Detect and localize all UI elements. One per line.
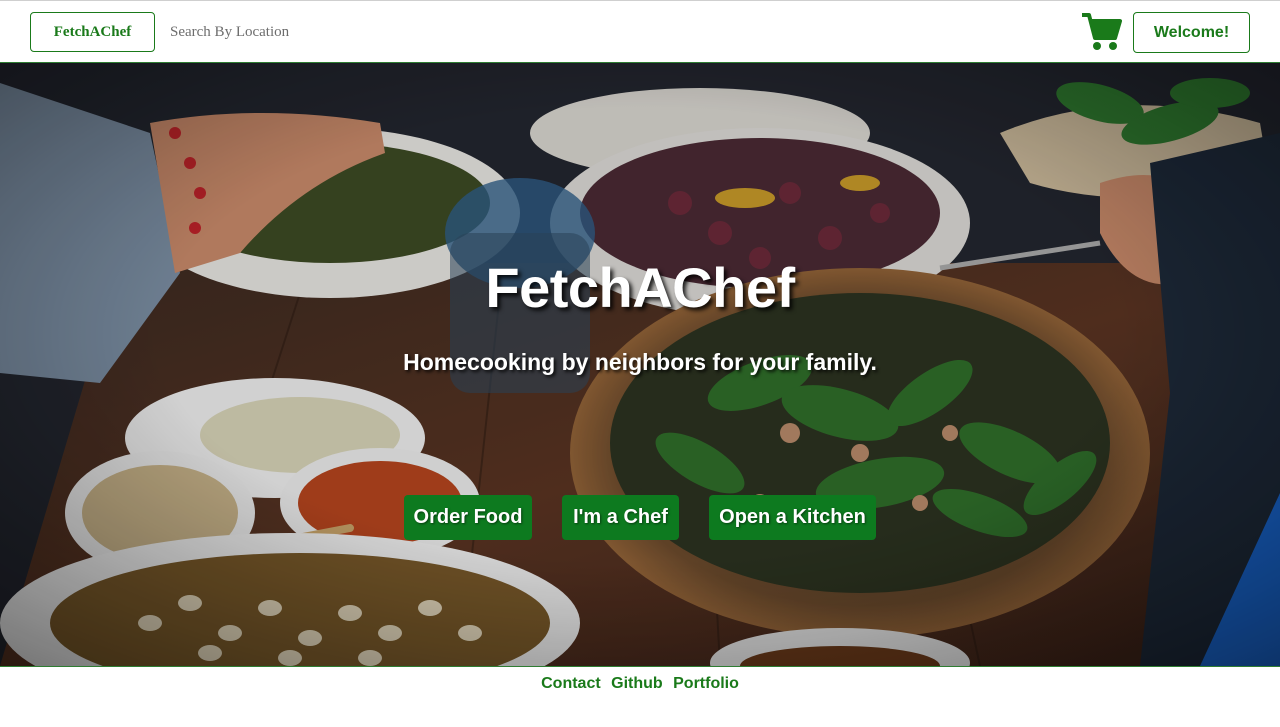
- footer-links: Contact Github Portfolio: [0, 675, 1280, 693]
- im-a-chef-button[interactable]: I'm a Chef: [562, 495, 679, 540]
- open-a-kitchen-button[interactable]: Open a Kitchen: [709, 495, 876, 540]
- hero-action-buttons: Order Food I'm a Chef Open a Kitchen: [0, 495, 1280, 540]
- page-footer: Contact Github Portfolio: [0, 666, 1280, 727]
- footer-link-github[interactable]: Github: [611, 675, 663, 692]
- brand-home-button[interactable]: FetchAChef: [30, 12, 155, 52]
- order-food-button[interactable]: Order Food: [404, 495, 532, 540]
- footer-link-contact[interactable]: Contact: [541, 675, 601, 692]
- hero-title: FetchAChef: [485, 256, 795, 319]
- location-search-input[interactable]: [164, 17, 464, 47]
- hero-subtitle: Homecooking by neighbors for your family…: [403, 349, 877, 375]
- top-navbar: FetchAChef Welcome!: [0, 0, 1280, 63]
- shopping-cart-icon[interactable]: [1080, 12, 1122, 52]
- welcome-button[interactable]: Welcome!: [1133, 12, 1250, 53]
- hero-banner: FetchAChef Homecooking by neighbors for …: [0, 63, 1280, 666]
- footer-link-portfolio[interactable]: Portfolio: [673, 675, 739, 692]
